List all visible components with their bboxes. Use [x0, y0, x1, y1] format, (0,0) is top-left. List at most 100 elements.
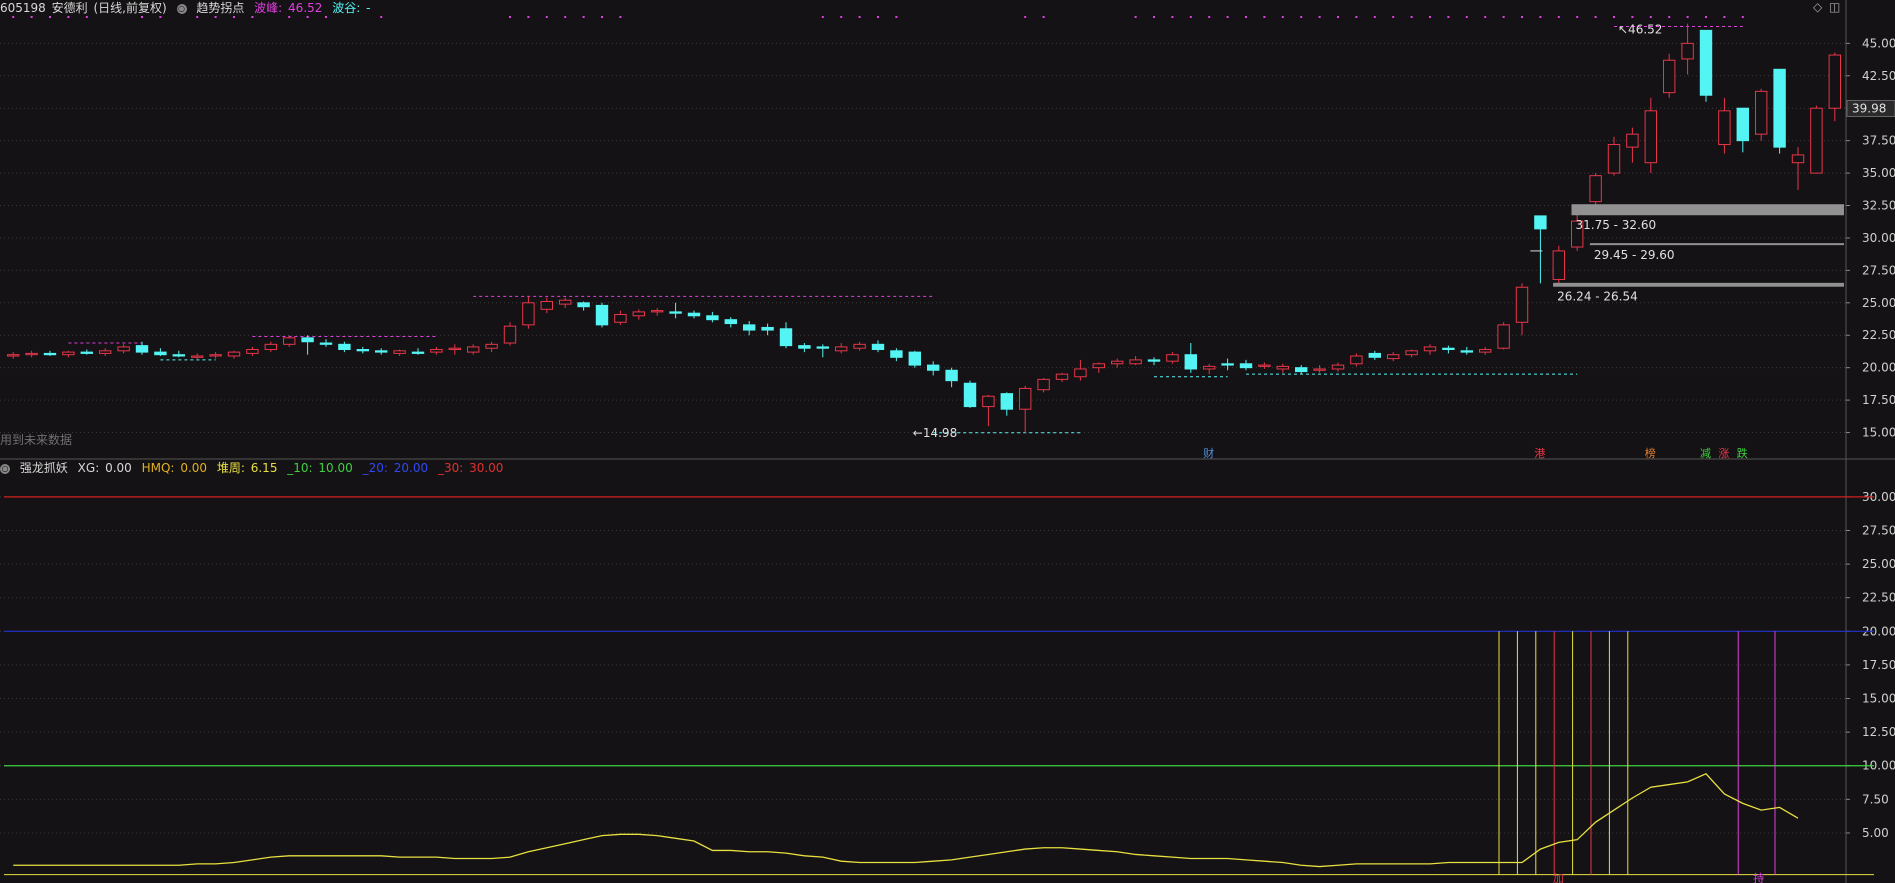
- candle-body: [282, 337, 296, 345]
- signal-dot: [214, 16, 217, 18]
- candle: [1055, 372, 1069, 382]
- sub-indicator-settings-icon[interactable]: ○: [0, 463, 10, 474]
- dz-label: 堆周:: [216, 461, 245, 475]
- candle-body: [669, 311, 682, 314]
- signal-dot: [1502, 16, 1505, 18]
- candle: [632, 309, 646, 320]
- candle-body: [338, 343, 351, 351]
- bottom-marker: 加: [1553, 872, 1564, 883]
- candle: [209, 352, 222, 359]
- candle: [963, 380, 977, 408]
- candle-body: [779, 328, 793, 347]
- candle-body: [1221, 363, 1234, 366]
- candle: [411, 348, 425, 355]
- diamond-icon[interactable]: ◇: [1813, 0, 1822, 14]
- signal-dot: [564, 16, 567, 18]
- candle: [190, 353, 204, 360]
- candle: [816, 344, 830, 358]
- indicator-name[interactable]: 趋势拐点: [196, 1, 244, 15]
- candle-body: [1478, 349, 1492, 353]
- main-axis-tick-label: 42.50: [1862, 69, 1895, 83]
- kline-chart-canvas[interactable]: 15.00 17.50 20.00 22.50 25.00 27.50 30.00 32.50…: [0, 0, 1895, 883]
- candle: [522, 296, 535, 329]
- candle-body: [834, 346, 848, 352]
- candle-body: [485, 343, 498, 349]
- candle-body: [1442, 347, 1455, 351]
- candle: [466, 344, 480, 355]
- candle: [724, 317, 738, 328]
- indicator-settings-icon[interactable]: ○: [176, 3, 187, 14]
- candle: [798, 343, 811, 353]
- candle: [595, 302, 609, 328]
- sub-axis-tick-label: 5.00: [1862, 826, 1889, 840]
- candle: [1736, 107, 1750, 153]
- candle: [1552, 245, 1566, 284]
- main-axis-tick-label: 37.50: [1862, 134, 1895, 148]
- signal-dot: [288, 16, 291, 18]
- candle: [1699, 29, 1713, 102]
- future-data-notice: 用到未来数据: [0, 433, 73, 447]
- candle-body: [522, 302, 535, 326]
- candle: [1386, 352, 1400, 362]
- candle: [982, 394, 995, 427]
- candle: [1589, 173, 1602, 206]
- candle: [1147, 357, 1161, 366]
- signal-dot: [49, 16, 51, 18]
- signal-dot: [1134, 16, 1137, 18]
- candle: [1000, 392, 1014, 416]
- candle-body: [1166, 354, 1179, 362]
- candle-body: [1828, 54, 1842, 109]
- event-label: 榜: [1645, 446, 1656, 460]
- candle: [1166, 352, 1179, 364]
- main-axis-tick-label: 22.50: [1862, 328, 1895, 342]
- candle: [154, 348, 167, 356]
- signal-dot: [582, 16, 585, 18]
- signal-dot: [1392, 16, 1395, 18]
- candle: [614, 310, 627, 325]
- candle-body: [687, 312, 701, 317]
- candle: [1644, 97, 1658, 174]
- panel-toggle-icon[interactable]: ◫: [1829, 0, 1840, 14]
- sub-axis-tick-label: 12.50: [1862, 725, 1895, 739]
- candle: [1662, 53, 1676, 98]
- signal-dot: [1429, 16, 1431, 18]
- stock-code: 605198: [0, 1, 46, 15]
- candle: [1074, 359, 1087, 381]
- signal-dot: [1226, 16, 1229, 18]
- candle-body: [853, 343, 866, 349]
- candle-body: [595, 304, 609, 326]
- p30-label: _30:: [437, 461, 464, 475]
- candle: [853, 341, 866, 351]
- candle: [393, 349, 406, 356]
- signal-dot: [1631, 16, 1634, 18]
- candle-body: [798, 345, 811, 349]
- candle-body: [816, 346, 830, 349]
- signal-dot: [601, 16, 603, 18]
- main-axis-tick-label: 32.50: [1862, 199, 1895, 213]
- signal-dot: [1594, 16, 1597, 18]
- signal-dot: [1447, 16, 1450, 18]
- candle-body: [926, 364, 940, 371]
- p10-value: 10.00: [318, 461, 353, 475]
- candle: [80, 349, 94, 355]
- signal-dot: [380, 16, 383, 18]
- sub-chart-header: ○ 强龙抓妖 XG: 0.00 HMQ: 0.00 堆周: 6.15 _10: …: [0, 460, 509, 476]
- signal-dot: [877, 16, 879, 18]
- candle-body: [1331, 364, 1345, 370]
- candle-body: [945, 369, 958, 382]
- signal-dot: [1208, 16, 1211, 18]
- main-axis-tick-label: 17.50: [1862, 393, 1895, 407]
- candle: [779, 322, 793, 349]
- candle-body: [227, 351, 241, 357]
- candle: [1110, 358, 1124, 368]
- candle: [25, 350, 38, 358]
- sub-indicator-name[interactable]: 强龙抓妖: [20, 461, 68, 475]
- main-chart-header: 605198 安德利 (日线,前复权) ○ 趋势拐点 波峰: 46.52 波谷:…: [0, 0, 376, 16]
- candle-body: [154, 351, 167, 356]
- candle-body: [1662, 59, 1676, 94]
- candle-body: [1184, 354, 1198, 370]
- dz-series-line: [13, 773, 1799, 868]
- signal-dot: [251, 16, 254, 18]
- signal-dot: [12, 16, 15, 18]
- candle: [1129, 356, 1142, 366]
